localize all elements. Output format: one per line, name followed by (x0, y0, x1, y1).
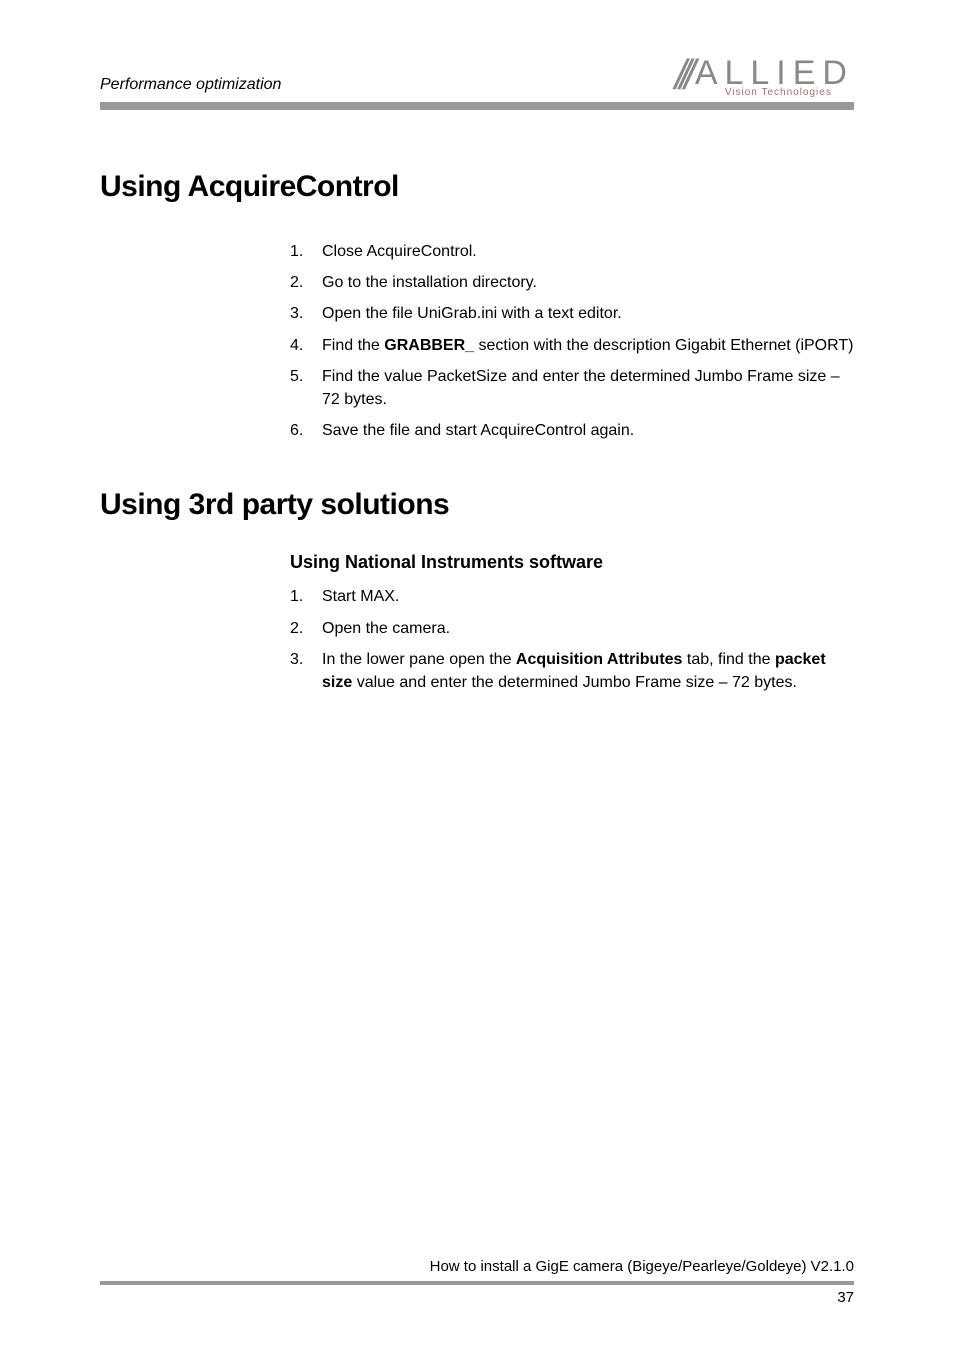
section1-title: Using AcquireControl (100, 170, 854, 204)
item-text: Find the value PacketSize and enter the … (322, 365, 854, 411)
item-number: 3. (290, 648, 322, 694)
list-item: 2. Go to the installation directory. (290, 271, 854, 294)
header-rule (100, 102, 854, 110)
item-number: 6. (290, 419, 322, 442)
item-text-bold: Acquisition Attributes (516, 651, 683, 668)
item-number: 5. (290, 365, 322, 411)
item-number: 1. (290, 240, 322, 263)
item-text-mid: tab, find the (682, 651, 775, 668)
list-item: 4. Find the GRABBER_ section with the de… (290, 334, 854, 357)
item-text: Start MAX. (322, 585, 854, 608)
item-number: 4. (290, 334, 322, 357)
item-text: Close AcquireControl. (322, 240, 854, 263)
item-text: Find the GRABBER_ section with the descr… (322, 334, 854, 357)
item-text: Go to the installation directory. (322, 271, 854, 294)
item-text: Open the file UniGrab.ini with a text ed… (322, 302, 854, 325)
item-text-pre: Find the (322, 337, 384, 354)
page-footer: How to install a GigE camera (Bigeye/Pea… (100, 1258, 854, 1306)
page-number: 37 (100, 1289, 854, 1306)
item-text: Save the file and start AcquireControl a… (322, 419, 854, 442)
item-text-post: section with the description Gigabit Eth… (474, 337, 853, 354)
list-item: 1. Start MAX. (290, 585, 854, 608)
logo-slashes-icon: /// (675, 54, 689, 96)
item-number: 2. (290, 271, 322, 294)
section1-list: 1. Close AcquireControl. 2. Go to the in… (290, 240, 854, 442)
logo-sub-text: Vision Technologies (725, 88, 854, 98)
section2-list: 1. Start MAX. 2. Open the camera. 3. In … (290, 585, 854, 694)
brand-logo: /// ALLIED Vision Technologies (675, 54, 854, 98)
footer-text: How to install a GigE camera (Bigeye/Pea… (100, 1258, 854, 1275)
list-item: 1. Close AcquireControl. (290, 240, 854, 263)
item-number: 2. (290, 617, 322, 640)
footer-rule (100, 1281, 854, 1285)
logo-main-text: ALLIED (695, 56, 854, 90)
list-item: 5. Find the value PacketSize and enter t… (290, 365, 854, 411)
list-item: 2. Open the camera. (290, 617, 854, 640)
section2-title: Using 3rd party solutions (100, 488, 854, 522)
item-text: Open the camera. (322, 617, 854, 640)
list-item: 3. In the lower pane open the Acquisitio… (290, 648, 854, 694)
item-text: In the lower pane open the Acquisition A… (322, 648, 854, 694)
item-text-bold: GRABBER_ (384, 337, 474, 354)
list-item: 3. Open the file UniGrab.ini with a text… (290, 302, 854, 325)
item-number: 1. (290, 585, 322, 608)
section2-subhead: Using National Instruments software (290, 552, 854, 573)
item-number: 3. (290, 302, 322, 325)
item-text-pre: In the lower pane open the (322, 651, 516, 668)
list-item: 6. Save the file and start AcquireContro… (290, 419, 854, 442)
item-text-post: value and enter the determined Jumbo Fra… (352, 674, 797, 691)
